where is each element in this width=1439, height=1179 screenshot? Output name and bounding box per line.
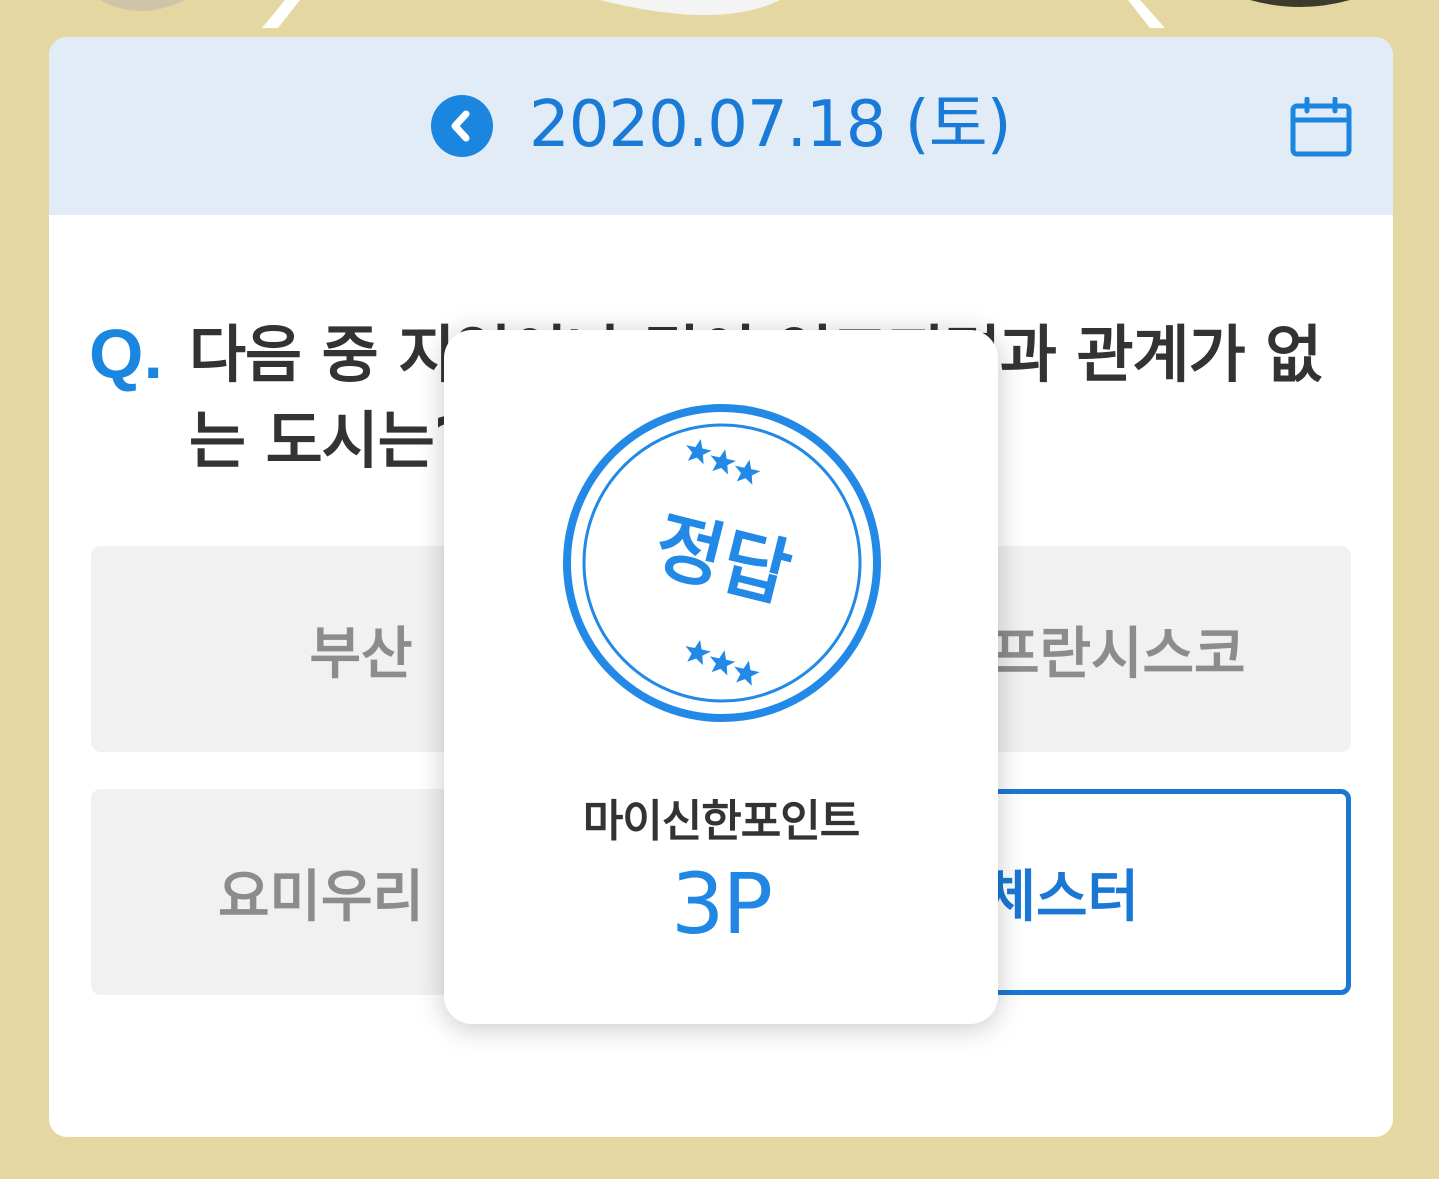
date-header: 2020.07.18 (토) (49, 37, 1393, 215)
answer-option-label: 요미우리 (217, 864, 425, 930)
point-label: 마이신한포인트 (582, 796, 860, 847)
correct-stamp-icon: 정답 (563, 404, 881, 722)
previous-day-button[interactable] (431, 95, 493, 157)
correct-answer-popup[interactable]: 정답 마이신한포인트 3P (444, 330, 998, 1024)
question-mark: Q. (89, 315, 163, 393)
date-label: 2020.07.18 (토) (529, 88, 1012, 162)
chevron-left-icon (451, 110, 470, 142)
answer-option-label: 부산 (309, 621, 413, 687)
stamp-text: 정답 (646, 502, 799, 618)
calendar-icon (1290, 96, 1352, 157)
point-value: 3P (670, 855, 773, 953)
top-decoration (0, 0, 1439, 40)
calendar-button[interactable] (1289, 96, 1353, 159)
